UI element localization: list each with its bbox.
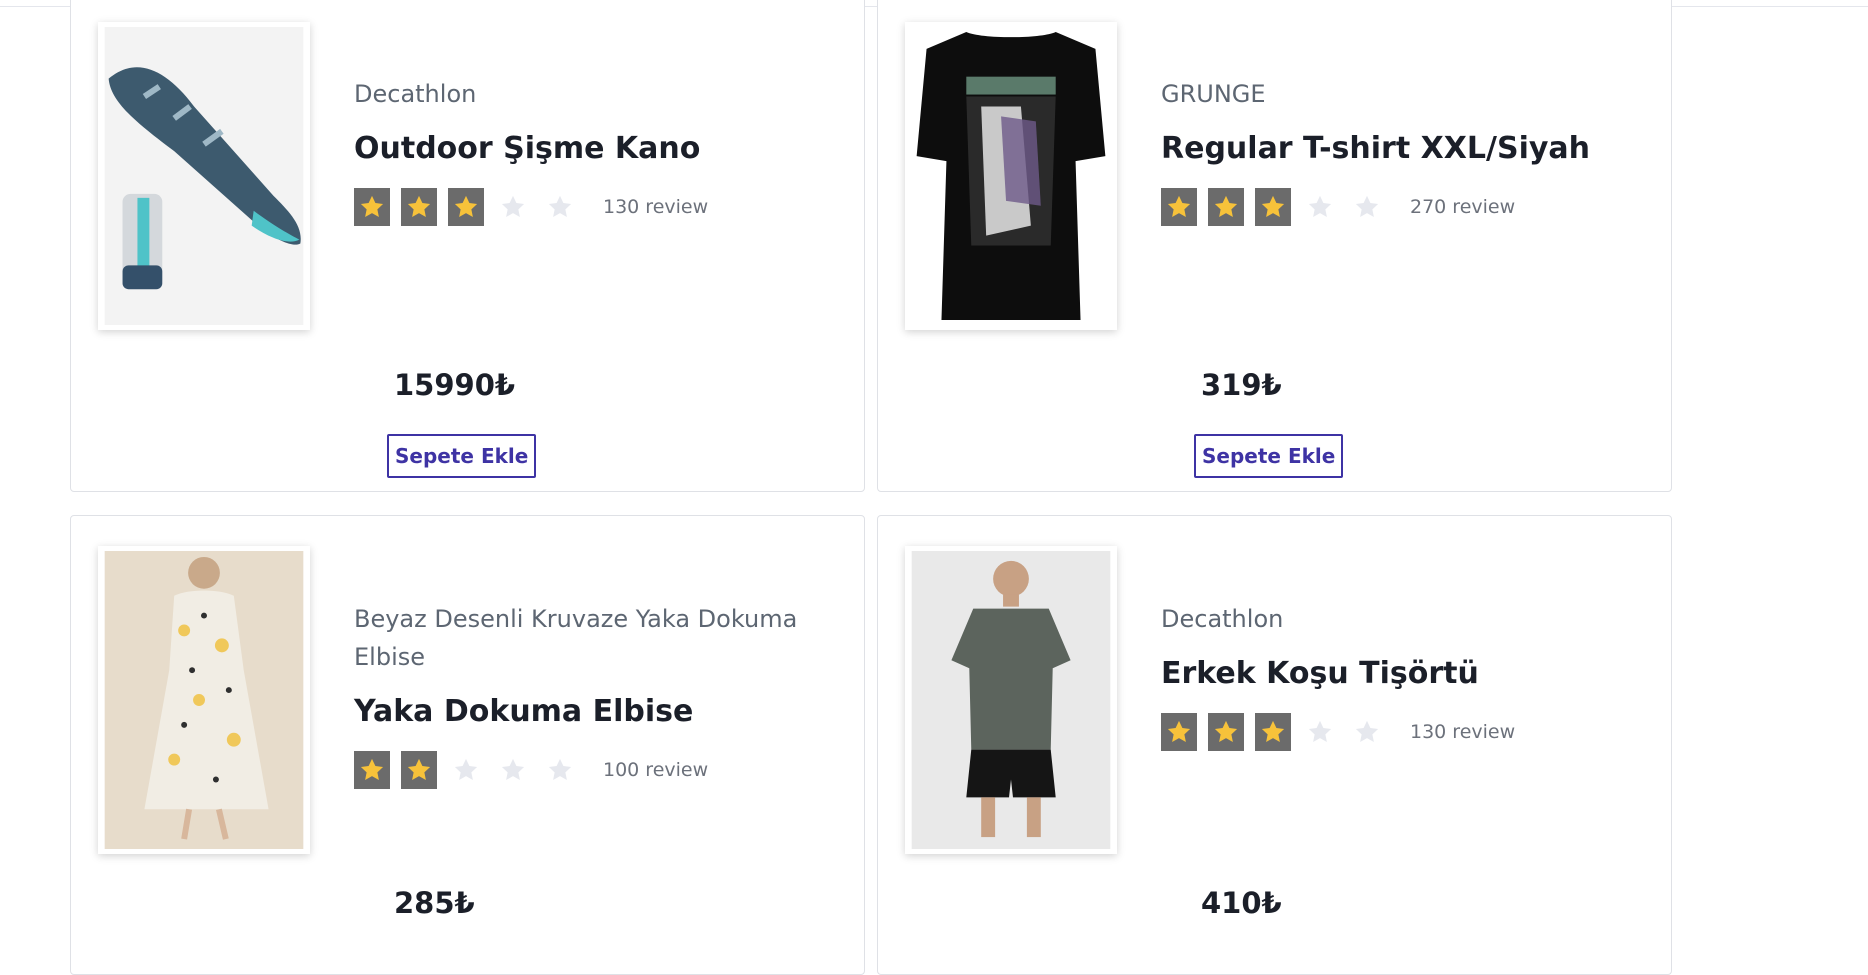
product-image[interactable] (98, 546, 310, 854)
star-icon[interactable] (1302, 713, 1338, 751)
star-icon[interactable] (495, 188, 531, 226)
product-image[interactable] (98, 22, 310, 330)
product-price: 15990₺ (394, 368, 516, 402)
product-price: 319₺ (1201, 368, 1282, 402)
star-icon[interactable] (1208, 188, 1244, 226)
product-title[interactable]: Erkek Koşu Tişörtü (1161, 654, 1631, 694)
product-brand: Decathlon (1161, 605, 1284, 633)
product-card: Decathlon Outdoor Şişme Kano 130 review … (70, 0, 865, 492)
product-grid: Decathlon Outdoor Şişme Kano 130 review … (0, 0, 1868, 975)
product-brand: Beyaz Desenli Kruvaze Yaka Dokuma Elbise (354, 605, 798, 671)
product-card: GRUNGE Regular T-shirt XXL/Siyah 270 rev… (877, 0, 1672, 492)
product-title[interactable]: Yaka Dokuma Elbise (354, 692, 824, 732)
star-icon[interactable] (542, 751, 578, 789)
star-icon[interactable] (1349, 188, 1385, 226)
star-rating: 130 review (1161, 712, 1631, 752)
star-rating: 130 review (354, 187, 824, 227)
product-price: 285₺ (394, 886, 475, 920)
star-icon[interactable] (1255, 713, 1291, 751)
review-count: 100 review (603, 759, 709, 781)
review-count: 130 review (1410, 721, 1516, 743)
product-title[interactable]: Outdoor Şişme Kano (354, 129, 824, 169)
product-brand: GRUNGE (1161, 80, 1266, 108)
star-icon[interactable] (401, 751, 437, 789)
star-icon[interactable] (1208, 713, 1244, 751)
review-count: 270 review (1410, 196, 1516, 218)
star-rating: 270 review (1161, 187, 1631, 227)
review-count: 130 review (603, 196, 709, 218)
star-icon[interactable] (401, 188, 437, 226)
add-to-cart-button[interactable]: Sepete Ekle (1194, 434, 1344, 478)
product-card: Beyaz Desenli Kruvaze Yaka Dokuma Elbise… (70, 515, 865, 975)
star-icon[interactable] (1302, 188, 1338, 226)
star-icon[interactable] (354, 751, 390, 789)
product-title[interactable]: Regular T-shirt XXL/Siyah (1161, 129, 1631, 169)
add-to-cart-button[interactable]: Sepete Ekle (387, 434, 537, 478)
star-icon[interactable] (354, 188, 390, 226)
star-icon[interactable] (1255, 188, 1291, 226)
product-brand: Decathlon (354, 80, 477, 108)
star-icon[interactable] (1161, 713, 1197, 751)
star-icon[interactable] (448, 188, 484, 226)
product-card: Decathlon Erkek Koşu Tişörtü 130 review … (877, 515, 1672, 975)
star-icon[interactable] (495, 751, 531, 789)
running-shirt-image (911, 551, 1111, 849)
dress-image (104, 551, 304, 849)
product-image[interactable] (905, 546, 1117, 854)
product-image[interactable] (905, 22, 1117, 330)
star-rating: 100 review (354, 750, 824, 790)
star-icon[interactable] (1161, 188, 1197, 226)
star-icon[interactable] (1349, 713, 1385, 751)
kayak-image (104, 27, 304, 325)
star-icon[interactable] (448, 751, 484, 789)
star-icon[interactable] (542, 188, 578, 226)
tshirt-image (911, 27, 1111, 325)
product-price: 410₺ (1201, 886, 1282, 920)
